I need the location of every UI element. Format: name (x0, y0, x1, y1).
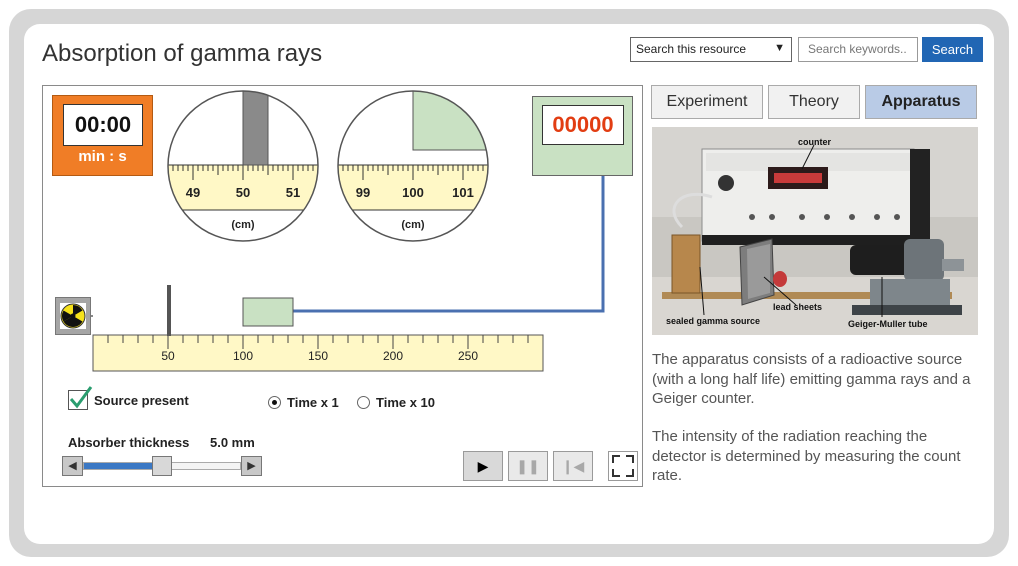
tab-theory[interactable]: Theory (768, 85, 860, 119)
fullscreen-button[interactable] (608, 451, 638, 481)
magnifier-left-tick-label: 49 (185, 185, 201, 200)
magnifier-right-unit: (cm) (401, 219, 425, 231)
gamma-source[interactable] (55, 297, 91, 335)
radiation-icon (60, 303, 86, 329)
time-x1-radio[interactable] (268, 396, 281, 409)
check-icon (69, 386, 93, 409)
magnifier-right-tick-label: 100 (402, 185, 424, 200)
slider-decrease-button[interactable]: ◀ (62, 456, 83, 476)
apparatus-description-2: The intensity of the radiation reaching … (652, 428, 961, 484)
magnifier-left-tick-label: 50 (235, 185, 251, 200)
absorber-thickness-value: 5.0 mm (210, 435, 255, 450)
pause-icon: ❚❚ (516, 458, 540, 474)
slider-increase-button[interactable]: ▶ (241, 456, 262, 476)
skip-back-icon: ❙◀ (561, 458, 585, 474)
absorber-sheet (167, 285, 171, 336)
fullscreen-icon (612, 455, 634, 477)
magnifier-left-unit: (cm) (231, 219, 255, 231)
ruler-label: 100 (232, 349, 254, 363)
detector-magnified (412, 91, 488, 151)
slider-thumb[interactable] (152, 456, 172, 476)
source-present-label: Source present (94, 393, 189, 408)
absorber-sheet-magnified (242, 91, 269, 166)
counter-display: 00000 (542, 105, 624, 145)
pause-button[interactable]: ❚❚ (508, 451, 548, 481)
source-present-checkbox[interactable] (68, 386, 93, 410)
time-x10-label: Time x 10 (376, 395, 436, 410)
ruler-label: 250 (457, 349, 479, 363)
timer-units: min : s (78, 148, 127, 165)
reset-button[interactable]: ❙◀ (553, 451, 593, 481)
ruler-label: 200 (382, 349, 404, 363)
ruler-label: 50 (161, 349, 175, 363)
time-x1-label: Time x 1 (287, 395, 339, 410)
absorber-slider[interactable]: ◀ ▶ (62, 456, 262, 476)
play-button[interactable]: ▶ (463, 451, 503, 481)
photo-label-lead-sheets: lead sheets (773, 302, 823, 312)
play-icon: ▶ (477, 458, 489, 474)
magnifier-right-tick-label: 101 (452, 185, 474, 200)
timer-display: 00:00 (63, 104, 143, 146)
photo-label-gm-tube: Geiger-Muller tube (848, 319, 928, 329)
magnifier-left-tick-label: 51 (285, 185, 301, 200)
detector[interactable] (242, 297, 294, 327)
photo-label-source: sealed gamma source (666, 316, 761, 326)
tab-experiment[interactable]: Experiment (651, 85, 763, 119)
photo-label-counter: counter (798, 137, 832, 147)
ruler-label: 150 (307, 349, 329, 363)
magnifier-right-tick-label: 99 (355, 185, 371, 200)
slider-fill (84, 463, 152, 469)
absorber-thickness-label: Absorber thickness (68, 435, 190, 450)
tab-apparatus[interactable]: Apparatus (865, 85, 977, 119)
time-x10-radio[interactable] (357, 396, 370, 409)
apparatus-description-1: The apparatus consists of a radioactive … (652, 351, 971, 407)
